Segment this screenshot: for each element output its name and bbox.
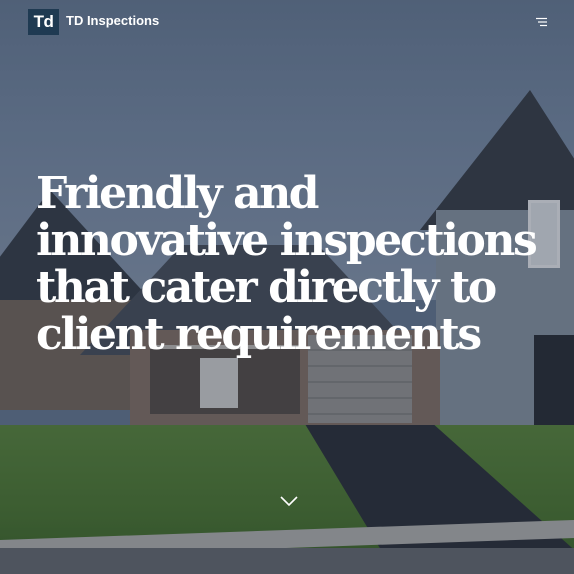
chevron-down-icon: [280, 496, 298, 507]
hero-headline: Friendly and innovative inspections that…: [36, 168, 538, 360]
menu-button[interactable]: [532, 14, 550, 30]
logo-mark[interactable]: Td: [28, 9, 59, 35]
brand-name[interactable]: TD Inspections: [66, 13, 159, 29]
site-header: Td TD Inspections: [0, 0, 574, 44]
scroll-down-button[interactable]: [279, 494, 299, 508]
menu-icon: [536, 17, 547, 27]
